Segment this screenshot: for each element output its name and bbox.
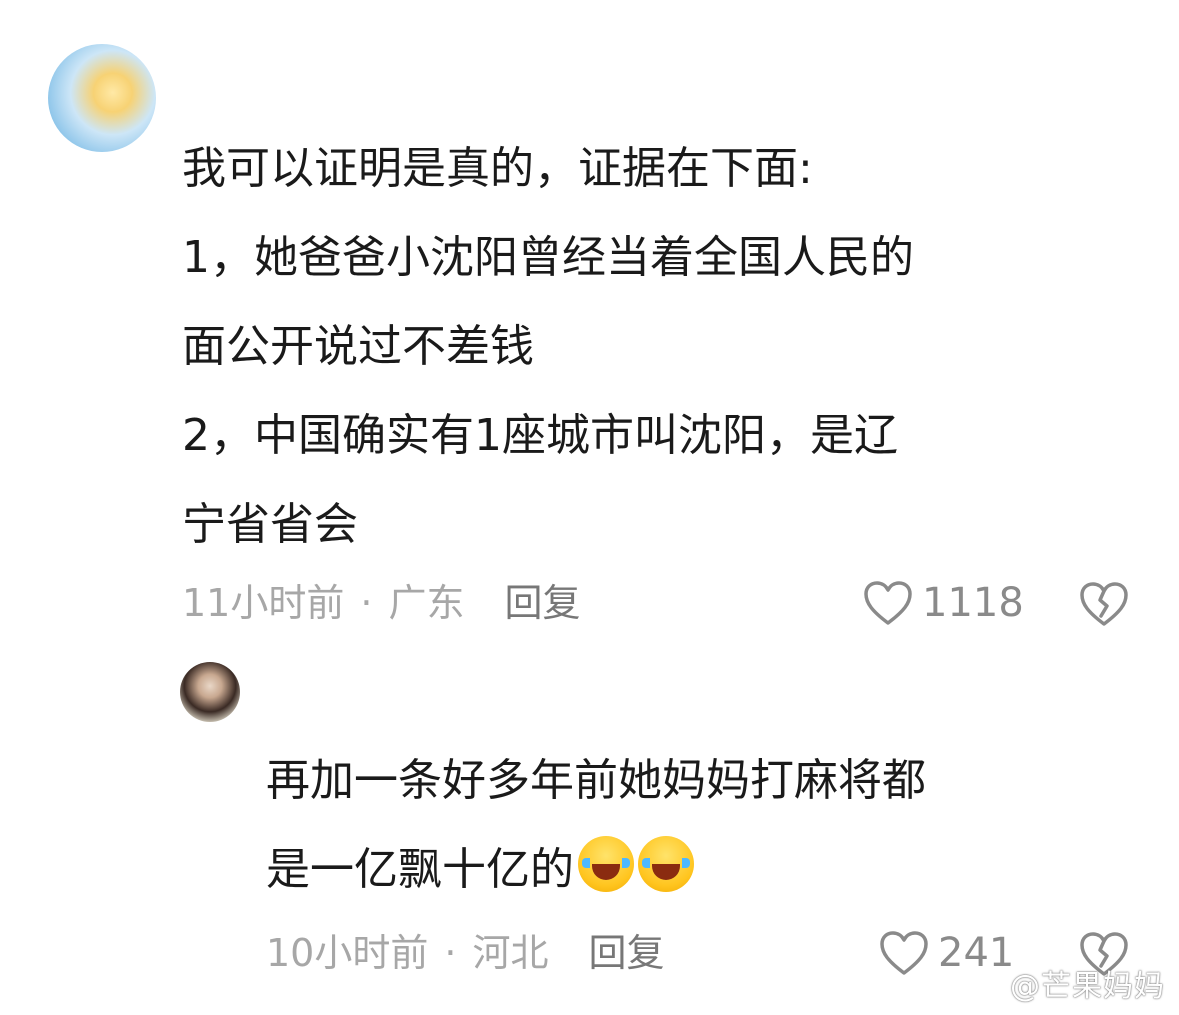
like-count: 241 xyxy=(938,930,1015,976)
like-button[interactable]: 1118 xyxy=(862,578,1024,628)
broken-heart-icon[interactable] xyxy=(1078,580,1130,628)
meta-separator: · xyxy=(360,581,373,625)
comment-line: 我可以证明是真的，证据在下面: xyxy=(182,143,813,194)
reply-meta: 10小时前 · 河北 回复 xyxy=(266,928,664,978)
reply-line: 是一亿飘十亿的 xyxy=(266,844,574,895)
reply-time: 10小时前 xyxy=(266,931,429,975)
user-avatar[interactable] xyxy=(48,44,156,152)
like-count: 1118 xyxy=(922,580,1024,626)
laughing-crying-emoji-icon xyxy=(638,836,694,892)
comment-line: 2，中国确实有1座城市叫沈阳，是辽 xyxy=(182,410,898,461)
reply-text: 再加一条好多年前她妈妈打麻将都 是一亿飘十亿的 xyxy=(266,736,1146,914)
reply-user-avatar[interactable] xyxy=(180,662,240,722)
heart-icon xyxy=(864,581,912,625)
watermark: @芒果妈妈 xyxy=(1010,969,1165,1004)
comment-line: 面公开说过不差钱 xyxy=(182,321,534,372)
meta-separator: · xyxy=(444,931,457,975)
reply-button[interactable]: 回复 xyxy=(504,581,580,625)
comment-meta: 11小时前 · 广东 回复 xyxy=(182,578,580,628)
reply-button[interactable]: 回复 xyxy=(588,931,664,975)
comment-text: 我可以证明是真的，证据在下面: 1，她爸爸小沈阳曾经当着全国人民的 面公开说过不… xyxy=(182,124,1142,569)
heart-icon xyxy=(880,931,928,975)
comment-time: 11小时前 xyxy=(182,581,345,625)
laughing-crying-emoji-icon xyxy=(578,836,634,892)
reply-line: 再加一条好多年前她妈妈打麻将都 xyxy=(266,755,926,806)
comment-line: 宁省省会 xyxy=(182,499,358,550)
reply-location: 河北 xyxy=(472,931,549,975)
like-button[interactable]: 241 xyxy=(878,928,1014,978)
comment-line: 1，她爸爸小沈阳曾经当着全国人民的 xyxy=(182,232,914,283)
reply-line-with-emoji: 是一亿飘十亿的 xyxy=(266,825,1146,914)
comment-location: 广东 xyxy=(388,581,465,625)
